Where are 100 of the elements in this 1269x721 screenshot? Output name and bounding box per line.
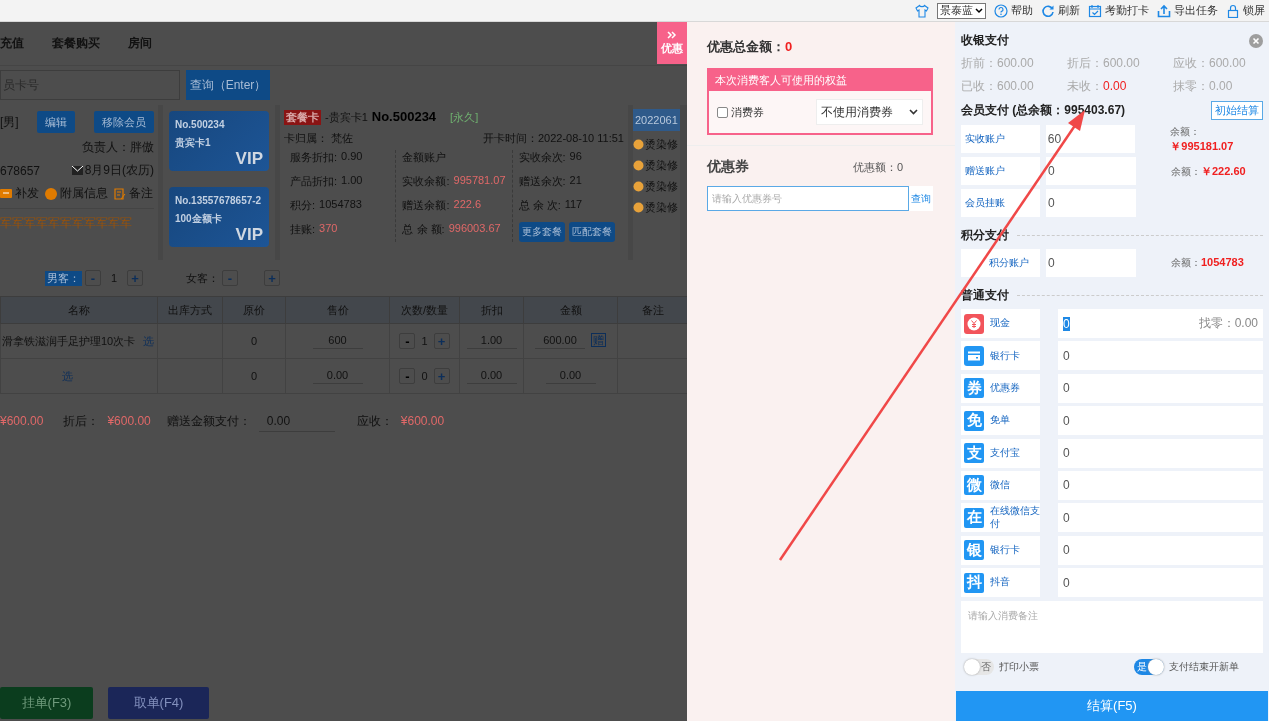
amount-field[interactable]: 0 xyxy=(1058,406,1263,436)
method-label: 微信 xyxy=(990,479,1010,492)
plus-button[interactable]: + xyxy=(127,270,143,286)
amount-field[interactable]: 0 xyxy=(1058,341,1263,371)
quantity-field[interactable]: 1 xyxy=(421,335,428,347)
minus-button[interactable]: - xyxy=(399,368,416,384)
summary-value: 0.00 xyxy=(1209,79,1233,93)
checkbox-label: 消费券 xyxy=(731,104,764,120)
edit-button[interactable]: 编辑 xyxy=(37,111,76,133)
summary-label: 已收： xyxy=(961,79,997,93)
query-button[interactable]: 查询（Enter） xyxy=(186,70,270,100)
theme-select[interactable]: 景泰蓝 xyxy=(937,2,986,19)
balance-value: ￥222.60 xyxy=(1201,164,1246,177)
nav-tab[interactable]: 套餐购买 xyxy=(52,35,100,52)
toolbar-link[interactable]: 锁屏 xyxy=(1243,3,1265,18)
field-value: 996003.67 xyxy=(448,222,501,236)
gift-button[interactable]: 赠 xyxy=(591,333,606,347)
quantity-field[interactable]: 0 xyxy=(421,370,428,382)
summary-label: 折前： xyxy=(961,56,997,70)
balance-label: 余额： xyxy=(1171,165,1201,177)
help-icon xyxy=(994,3,1008,18)
toolbar-link[interactable]: 导出任务 xyxy=(1174,3,1218,18)
toolbar-link[interactable]: 刷新 xyxy=(1058,3,1080,18)
gift-pay-field[interactable]: 0.00 xyxy=(258,410,335,432)
nav-tab[interactable]: 房间 xyxy=(128,35,152,52)
member-card[interactable]: No.500234 贵宾卡1 VIP xyxy=(169,111,269,171)
double-chevron-icon xyxy=(667,30,677,39)
member-card[interactable]: No.13557678657-2 100金额卡 VIP xyxy=(169,187,269,247)
member-gender: [男] xyxy=(0,113,19,131)
remark-field[interactable]: 请输入消费备注 xyxy=(961,601,1263,654)
method-icon: 券 xyxy=(964,378,984,399)
field-value: 117 xyxy=(564,198,583,212)
amount-field[interactable]: 0 xyxy=(1046,157,1136,185)
amount-field[interactable]: 0 xyxy=(1058,535,1263,565)
method-icon: 微 xyxy=(964,475,984,496)
field-value: 1.00 xyxy=(341,174,363,188)
remove-member-button[interactable]: 移除会员 xyxy=(94,111,154,133)
plus-button[interactable]: + xyxy=(433,333,450,349)
coupon-field[interactable]: 请输入优惠券号 xyxy=(707,186,909,211)
amount-field[interactable]: 0 xyxy=(1058,438,1263,468)
method-label: 银行卡 xyxy=(990,349,1020,363)
upload-icon xyxy=(1157,3,1171,18)
toolbar-link[interactable]: 帮助 xyxy=(1011,3,1033,18)
amount-field[interactable]: 0 xyxy=(1058,470,1263,500)
card-name: 贵宾卡1 xyxy=(175,136,211,150)
plus-button[interactable]: + xyxy=(433,368,450,384)
amount-field[interactable]: 0 xyxy=(1058,373,1263,403)
toolbar-link[interactable]: 考勤打卡 xyxy=(1105,3,1149,18)
card-type-tag: 套餐卡 xyxy=(284,110,321,125)
method-icon: 银 xyxy=(964,540,984,561)
card-number: No.500234 xyxy=(371,109,437,124)
plus-button[interactable]: + xyxy=(264,270,280,286)
amount-field[interactable]: 0 xyxy=(1058,568,1263,598)
balance-value: 1054783 xyxy=(1201,256,1244,268)
member-action[interactable]: 补发 xyxy=(15,185,39,202)
guest-count: 1 xyxy=(109,272,119,284)
toggle-switch[interactable]: 否 xyxy=(964,659,994,676)
method-icon: 支 xyxy=(964,443,984,464)
account-label: 会员挂账 xyxy=(961,189,1040,217)
checkbox[interactable] xyxy=(717,106,728,118)
minus-button[interactable]: - xyxy=(399,333,416,349)
member-action[interactable]: 备注 xyxy=(129,185,153,202)
hold-order-button[interactable]: 挂单(F3) xyxy=(0,687,93,719)
query-button[interactable]: 查询 xyxy=(909,186,933,211)
amount-field[interactable]: 0 找零：0.00 xyxy=(1058,309,1263,338)
amount-field[interactable]: 0 xyxy=(1058,503,1263,533)
minus-button[interactable]: - xyxy=(85,270,101,286)
discount-tab[interactable]: 优惠 xyxy=(657,22,687,64)
coupon-title: 优惠券 xyxy=(707,158,749,176)
amount-field[interactable]: 0 xyxy=(1046,249,1136,277)
method-label: 银行卡 xyxy=(990,544,1020,557)
settle-button[interactable]: 结算(F5) xyxy=(956,691,1268,721)
amount-field[interactable]: 0 xyxy=(1046,189,1136,217)
close-icon[interactable] xyxy=(1249,33,1263,48)
toggle-switch[interactable]: 是 xyxy=(1133,659,1164,676)
toggle-label: 打印小票 xyxy=(999,660,1039,675)
guest-label: 男客： xyxy=(45,270,82,286)
account-label: 赠送账户 xyxy=(961,157,1040,185)
voucher-select[interactable]: 不使用消费券 xyxy=(816,99,923,125)
summary-value: 600.00 xyxy=(1103,56,1140,70)
nav-tab[interactable]: 充值 xyxy=(0,35,24,52)
retrieve-order-button[interactable]: 取单(F4) xyxy=(108,687,209,719)
method-label: 在线微信支付 xyxy=(990,505,1040,531)
amount-field[interactable]: 600.00 xyxy=(535,334,585,349)
package-button[interactable]: 匹配套餐 xyxy=(568,222,615,242)
card-name: 100金额卡 xyxy=(175,212,222,226)
summary-label: 未收： xyxy=(1067,79,1103,93)
total-after: ¥600.00 xyxy=(107,414,151,428)
method-icon: 抖 xyxy=(964,572,984,593)
vip-label: VIP xyxy=(235,149,263,169)
summary-value: 600.00 xyxy=(1209,56,1246,70)
initial-settle-button[interactable]: 初始结算 xyxy=(1211,101,1263,120)
amount-field[interactable]: 60 xyxy=(1045,125,1136,153)
package-button[interactable]: 更多套餐 xyxy=(518,222,565,242)
coin-icon xyxy=(633,160,644,171)
minus-button[interactable]: - xyxy=(222,270,238,286)
toggle-label: 支付结束开新单 xyxy=(1168,660,1239,675)
summary-label: 抹零： xyxy=(1173,79,1209,93)
field-value: 222.6 xyxy=(453,198,482,212)
shirt-icon xyxy=(915,3,929,18)
